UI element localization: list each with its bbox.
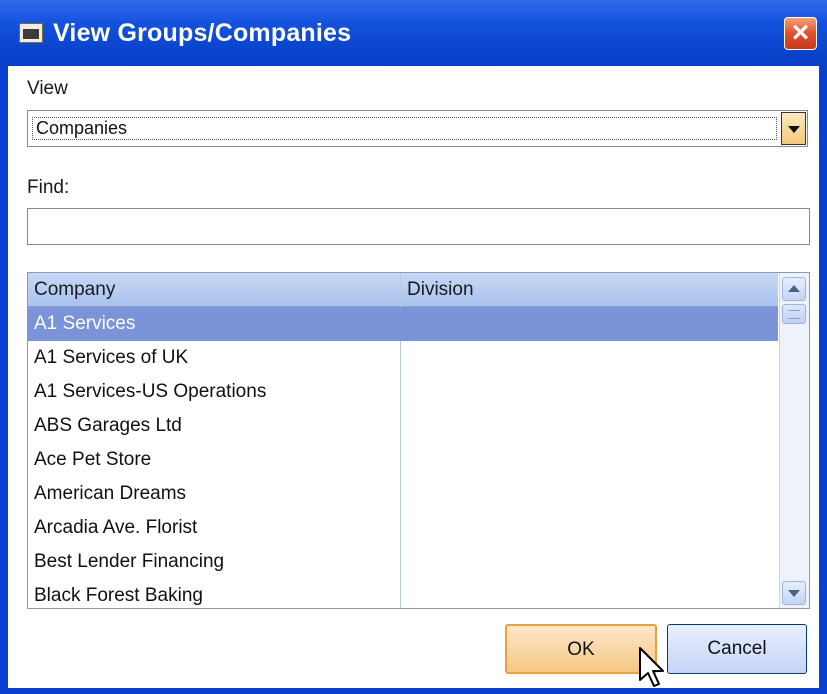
- view-label: View: [27, 78, 68, 99]
- view-dropdown[interactable]: Companies: [27, 110, 808, 147]
- ok-button[interactable]: OK: [505, 624, 657, 674]
- company-cell: ABS Garages Ltd: [34, 415, 182, 436]
- cancel-button[interactable]: Cancel: [667, 624, 807, 674]
- column-header-division[interactable]: Division: [400, 273, 778, 306]
- scroll-up-icon[interactable]: [782, 277, 806, 301]
- company-cell: A1 Services-US Operations: [34, 381, 267, 402]
- chevron-down-icon[interactable]: [781, 112, 806, 145]
- division-cell: [401, 409, 778, 443]
- view-dropdown-value[interactable]: Companies: [32, 117, 777, 140]
- table-row[interactable]: Arcadia Ave. Florist: [28, 511, 778, 545]
- column-header-company[interactable]: Company: [28, 273, 400, 306]
- division-cell: [401, 307, 778, 341]
- find-label: Find:: [27, 177, 70, 198]
- table-row[interactable]: Black Forest Baking: [28, 579, 778, 608]
- company-cell: American Dreams: [34, 483, 187, 504]
- division-cell: [401, 477, 778, 511]
- table-row[interactable]: A1 Services: [28, 307, 778, 341]
- table-row[interactable]: Best Lender Financing: [28, 545, 778, 579]
- find-input[interactable]: [27, 208, 810, 245]
- table-row[interactable]: A1 Services of UK: [28, 341, 778, 375]
- title-bar[interactable]: View Groups/Companies ×: [0, 0, 827, 66]
- window-icon: [19, 23, 43, 43]
- vertical-scrollbar[interactable]: [779, 273, 809, 608]
- list-header: Company Division: [28, 273, 778, 307]
- table-row[interactable]: ABS Garages Ltd: [28, 409, 778, 443]
- division-cell: [401, 545, 778, 579]
- company-cell: Arcadia Ave. Florist: [34, 517, 198, 538]
- company-list[interactable]: Company Division A1 Services A1 Services …: [27, 272, 810, 609]
- division-cell: [401, 375, 778, 409]
- company-cell: Black Forest Baking: [34, 585, 203, 606]
- company-cell: A1 Services: [34, 313, 136, 334]
- table-row[interactable]: Ace Pet Store: [28, 443, 778, 477]
- close-button[interactable]: ×: [784, 17, 817, 50]
- table-row[interactable]: American Dreams: [28, 477, 778, 511]
- division-cell: [401, 511, 778, 545]
- division-cell: [401, 443, 778, 477]
- division-cell: [401, 579, 778, 608]
- division-cell: [401, 341, 778, 375]
- company-cell: Ace Pet Store: [34, 449, 152, 470]
- view-groups-dialog: View Groups/Companies × View Companies F…: [0, 0, 827, 694]
- table-row[interactable]: A1 Services-US Operations: [28, 375, 778, 409]
- company-cell: A1 Services of UK: [34, 347, 189, 368]
- company-cell: Best Lender Financing: [34, 551, 225, 572]
- window-title: View Groups/Companies: [53, 19, 352, 47]
- dialog-body: View Companies Find: Company Division A1…: [8, 66, 819, 688]
- scroll-down-icon[interactable]: [782, 581, 806, 605]
- mouse-pointer-icon: [639, 647, 664, 687]
- scroll-thumb[interactable]: [782, 304, 806, 324]
